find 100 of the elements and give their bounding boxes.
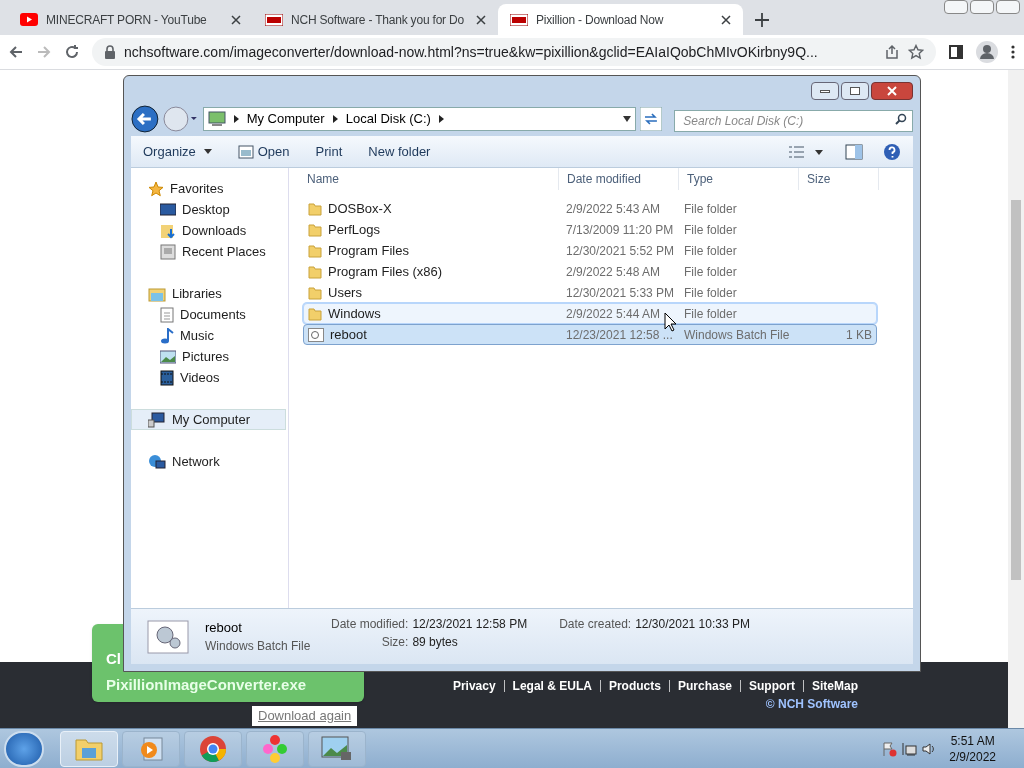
footer-link[interactable]: Products bbox=[608, 677, 661, 695]
computer-icon bbox=[207, 111, 226, 127]
toolbar-button[interactable]: New folder bbox=[368, 141, 431, 162]
nav-item[interactable]: Favorites bbox=[131, 178, 286, 199]
close-icon[interactable] bbox=[721, 14, 731, 25]
clock-date[interactable]: 2/9/2022 bbox=[949, 748, 996, 765]
toolbar-button[interactable]: Open bbox=[237, 141, 290, 162]
column-header[interactable]: Type bbox=[679, 168, 799, 190]
back-icon[interactable] bbox=[131, 105, 159, 133]
folder-icon bbox=[308, 264, 322, 279]
file-row[interactable]: PerfLogs 7/13/2009 11:20 PM File folder bbox=[303, 219, 877, 240]
search-icon[interactable] bbox=[895, 113, 907, 125]
browser-tab[interactable]: NCH Software - Thank you for Do bbox=[253, 4, 498, 35]
file-name: reboot bbox=[205, 618, 243, 637]
download-again-link[interactable]: Download again bbox=[252, 706, 358, 726]
date-cell: 2/9/2022 5:43 AM bbox=[566, 201, 661, 216]
bubble-text: PixillionImageConverter.exe bbox=[106, 675, 307, 695]
column-header[interactable]: Size bbox=[799, 168, 879, 190]
file-row[interactable]: reboot 12/23/2021 12:58 ... Windows Batch File 1 KB bbox=[303, 324, 877, 345]
file-name: Users bbox=[328, 283, 362, 302]
nav-item[interactable]: My Computer bbox=[131, 409, 286, 430]
detail-label: Size: bbox=[380, 634, 409, 651]
nav-item[interactable]: Downloads bbox=[131, 220, 286, 241]
flag-icon[interactable] bbox=[881, 740, 898, 757]
footer-link[interactable]: Support bbox=[749, 677, 795, 695]
site-logo-icon bbox=[265, 13, 283, 26]
back-icon[interactable] bbox=[8, 44, 24, 60]
chevron-icon[interactable] bbox=[332, 115, 338, 123]
maximize-button[interactable] bbox=[841, 82, 869, 100]
toolbar-button[interactable]: Print bbox=[315, 141, 343, 162]
file-name: PerfLogs bbox=[328, 220, 381, 239]
nav-item[interactable]: Videos bbox=[131, 367, 286, 388]
taskbar-button[interactable] bbox=[184, 730, 242, 767]
star-icon[interactable] bbox=[908, 44, 924, 60]
date-cell: 12/30/2021 5:52 PM bbox=[566, 243, 675, 258]
computer-icon bbox=[148, 411, 166, 428]
taskbar-button[interactable] bbox=[308, 730, 366, 767]
search-field[interactable]: Search Local Disk (C:) bbox=[674, 110, 913, 132]
restore-button[interactable] bbox=[970, 0, 994, 14]
clock-time[interactable]: 5:51 AM bbox=[950, 732, 995, 749]
nav-item[interactable]: Libraries bbox=[131, 283, 286, 304]
file-name: Program Files (x86) bbox=[328, 262, 443, 281]
profile-icon[interactable] bbox=[976, 41, 998, 63]
nav-item[interactable]: Pictures bbox=[131, 346, 286, 367]
nav-item[interactable]: Recent Places bbox=[131, 241, 286, 262]
side-panel-icon[interactable] bbox=[948, 44, 964, 60]
nav-item[interactable]: Network bbox=[131, 451, 286, 472]
nav-item[interactable]: Music bbox=[131, 325, 286, 346]
file-name: reboot bbox=[330, 325, 367, 344]
refresh-icon[interactable] bbox=[640, 107, 663, 131]
share-icon[interactable] bbox=[884, 44, 900, 60]
nav-item[interactable]: Documents bbox=[131, 304, 286, 325]
footer-link[interactable]: Purchase bbox=[677, 677, 732, 695]
breadcrumb-item[interactable]: Local Disk (C:) bbox=[345, 109, 431, 129]
address-bar[interactable]: nchsoftware.com/imageconverter/download-now.html?ns=true&kw=pixillion&gclid=EAIaIQobChMIvOKirbny9Q... bbox=[92, 38, 936, 66]
address-bar[interactable]: My Computer Local Disk (C:) bbox=[202, 107, 637, 131]
network-icon[interactable] bbox=[901, 740, 918, 757]
close-icon[interactable] bbox=[231, 14, 241, 25]
file-row[interactable]: Program Files (x86) 2/9/2022 5:48 AM File folder bbox=[303, 261, 877, 282]
file-row[interactable]: Windows 2/9/2022 5:44 AM File folder bbox=[303, 303, 877, 324]
chevron-icon[interactable] bbox=[233, 115, 239, 123]
folder-icon bbox=[308, 306, 322, 321]
type-cell-text: File folder bbox=[684, 221, 738, 239]
reload-icon[interactable] bbox=[64, 44, 80, 60]
close-button[interactable] bbox=[871, 82, 913, 100]
breadcrumb-item[interactable]: My Computer bbox=[246, 109, 325, 129]
browser-icon bbox=[199, 734, 227, 763]
column-header[interactable]: Date modified bbox=[559, 168, 679, 190]
minimize-button[interactable] bbox=[944, 0, 968, 14]
help-icon[interactable] bbox=[883, 142, 901, 161]
browser-tab[interactable]: MINECRAFT PORN - YouTube bbox=[8, 4, 253, 35]
footer-link[interactable]: Privacy bbox=[452, 677, 496, 695]
scroll-thumb[interactable] bbox=[1011, 200, 1021, 580]
new-tab-icon[interactable] bbox=[755, 13, 769, 27]
chevron-icon[interactable] bbox=[438, 115, 444, 123]
view-icon[interactable] bbox=[789, 144, 825, 159]
type-cell-text: File folder bbox=[684, 200, 738, 218]
menu-icon[interactable] bbox=[1010, 44, 1016, 60]
browser-tab[interactable]: Pixillion - Download Now bbox=[498, 4, 743, 35]
start-button[interactable] bbox=[4, 730, 44, 767]
scrollbar[interactable] bbox=[1008, 70, 1024, 728]
preview-pane-icon[interactable] bbox=[845, 143, 863, 160]
bubble-text: Cl bbox=[106, 649, 121, 669]
file-row[interactable]: Users 12/30/2021 5:33 PM File folder bbox=[303, 282, 877, 303]
close-icon[interactable] bbox=[476, 14, 486, 25]
file-row[interactable]: Program Files 12/30/2021 5:52 PM File folder bbox=[303, 240, 877, 261]
nav-item[interactable]: Desktop bbox=[131, 199, 286, 220]
video-play-icon bbox=[20, 13, 38, 26]
detail-value: 12/30/2021 10:33 PM bbox=[635, 616, 750, 633]
file-row[interactable]: DOSBox-X 2/9/2022 5:43 AM File folder bbox=[303, 198, 877, 219]
type-cell-text: File folder bbox=[684, 284, 738, 302]
footer-link[interactable]: Legal & EULA bbox=[512, 677, 592, 695]
footer-link[interactable]: SiteMap bbox=[812, 677, 858, 695]
column-header[interactable]: Name bbox=[299, 168, 559, 190]
globe-icon bbox=[148, 453, 166, 470]
toolbar-button[interactable]: Organize bbox=[143, 141, 212, 162]
file-name: Program Files bbox=[328, 241, 409, 260]
dropdown-icon[interactable] bbox=[623, 116, 632, 122]
minimize-button[interactable] bbox=[811, 82, 839, 100]
taskbar-button[interactable] bbox=[246, 730, 304, 767]
